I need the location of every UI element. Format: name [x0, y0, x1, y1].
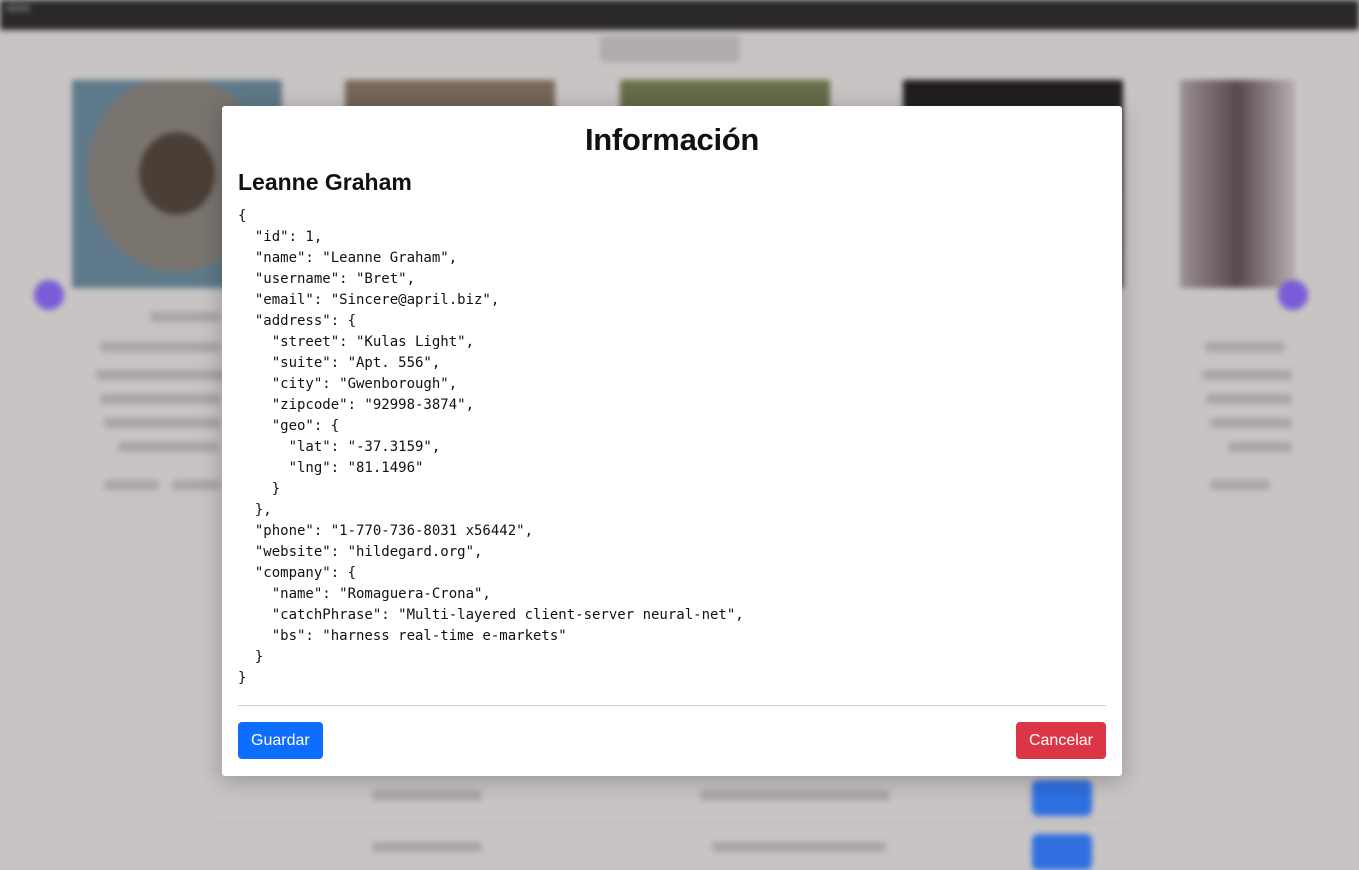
table-cell	[712, 842, 886, 852]
table-cell	[372, 842, 482, 852]
user-json-content: { "id": 1, "name": "Leanne Graham", "use…	[238, 208, 744, 686]
card-text	[1205, 342, 1285, 352]
card-text	[1210, 418, 1292, 428]
card-text	[150, 312, 220, 322]
table-cell	[700, 790, 890, 800]
card-text	[1228, 442, 1292, 452]
info-modal: Información Leanne Graham { "id": 1, "na…	[222, 106, 1122, 776]
table-row-divider	[210, 822, 1130, 823]
carousel-next-button[interactable]	[1278, 280, 1308, 310]
navbar-logo	[6, 4, 30, 12]
card-text	[1210, 480, 1270, 490]
card-text	[172, 480, 220, 490]
card-text	[1206, 394, 1292, 404]
save-button[interactable]: Guardar	[238, 722, 323, 759]
card-text	[96, 370, 226, 380]
cancel-button[interactable]: Cancelar	[1015, 722, 1106, 759]
table-action-button[interactable]	[1032, 780, 1092, 816]
card-text	[1202, 370, 1292, 380]
modal-footer-divider	[238, 705, 1106, 706]
card-text	[104, 418, 220, 428]
card-text	[104, 480, 159, 490]
user-name-heading: Leanne Graham	[238, 169, 412, 195]
background-heading	[600, 36, 740, 62]
card-text	[100, 342, 220, 352]
modal-title: Información	[584, 122, 760, 157]
card-text	[118, 442, 218, 452]
table-action-button[interactable]	[1032, 834, 1092, 870]
carousel-prev-button[interactable]	[34, 280, 64, 310]
card-text	[100, 394, 220, 404]
table-cell	[372, 790, 482, 800]
top-navbar	[0, 0, 1359, 30]
user-card-photo	[1180, 80, 1295, 288]
